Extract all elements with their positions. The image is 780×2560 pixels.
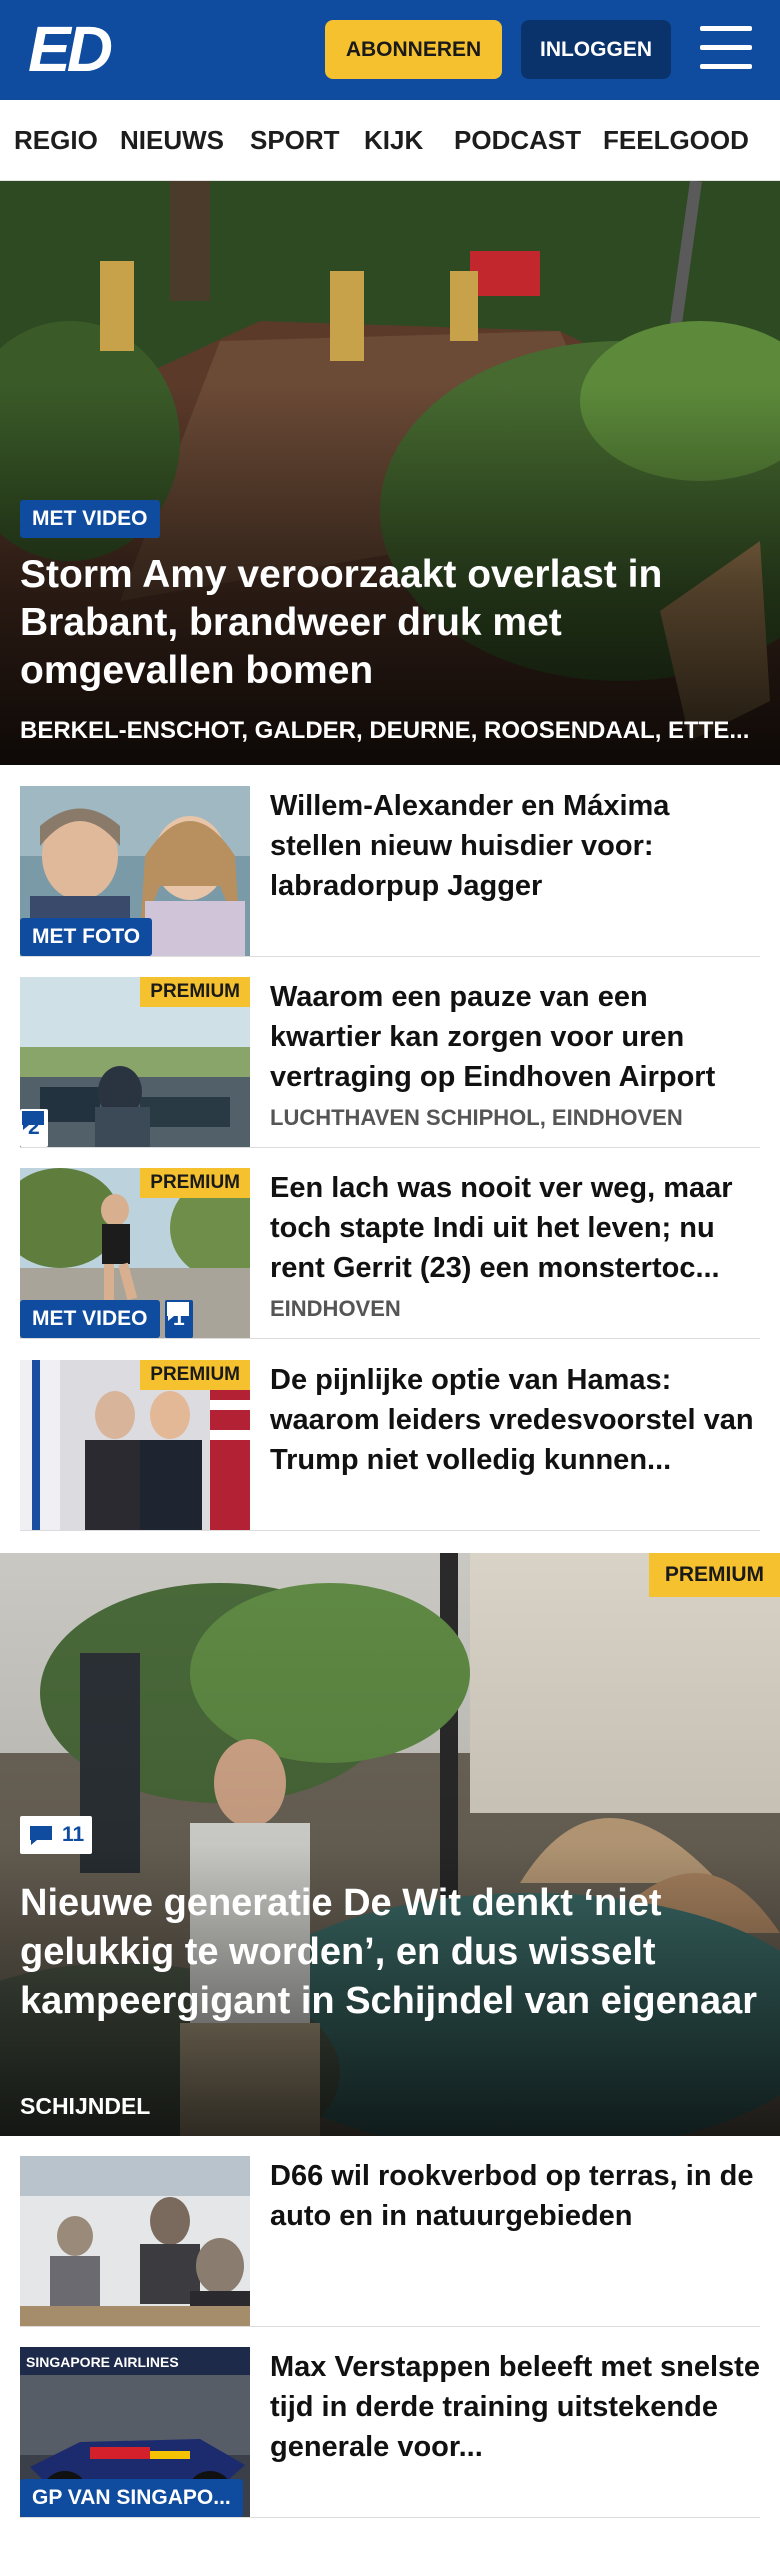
comment-icon <box>30 1826 52 1845</box>
comment-count[interactable]: 2 <box>20 1109 48 1147</box>
premium-badge: PREMIUM <box>140 1168 250 1198</box>
feature-article[interactable]: PREMIUM 11 Nieuwe generatie De Wit denkt… <box>0 1553 780 2136</box>
article-thumbnail: MET FOTO <box>20 786 250 956</box>
list-item[interactable]: SINGAPORE AIRLINES GP VAN SINGAPO... Max… <box>20 2347 760 2518</box>
comment-count[interactable]: 11 <box>20 1816 93 1854</box>
article-location: LUCHTHAVEN SCHIPHOL, EINDHOVEN <box>270 1105 683 1130</box>
article-thumbnail <box>20 2156 250 2326</box>
nav-item-kijk[interactable]: KIJK <box>364 124 423 156</box>
article-headline[interactable]: D66 wil rookverbod op terras, in de auto… <box>270 2156 760 2236</box>
nav-item-podcast[interactable]: PODCAST <box>454 124 581 156</box>
top-bar: ED ABONNEREN INLOGGEN <box>0 0 780 100</box>
article-thumbnail: PREMIUM MET VIDEO 1 <box>20 1168 250 1338</box>
comment-count-value: 11 <box>62 1823 85 1846</box>
hamburger-menu-icon[interactable] <box>700 24 752 72</box>
comment-icon <box>22 1111 44 1130</box>
hero-headline[interactable]: Storm Amy veroorzaakt overlast in Braban… <box>20 551 755 695</box>
subscribe-button[interactable]: ABONNEREN <box>325 20 502 79</box>
list-item[interactable]: PREMIUM De pijnlijke optie van Hamas: wa… <box>20 1360 760 1531</box>
feature-image <box>0 1553 780 2136</box>
premium-badge: PREMIUM <box>140 1360 250 1390</box>
feature-location: SCHIJNDEL <box>20 2093 151 2119</box>
premium-badge: PREMIUM <box>648 1553 780 1597</box>
nav-item-feelgood[interactable]: FEELGOOD <box>603 124 749 156</box>
article-headline[interactable]: De pijnlijke optie van Hamas: waarom lei… <box>270 1360 760 1480</box>
list-item[interactable]: D66 wil rookverbod op terras, in de auto… <box>20 2156 760 2327</box>
video-badge: MET VIDEO <box>20 1300 160 1338</box>
comment-icon <box>167 1302 189 1321</box>
site-logo[interactable]: ED <box>28 17 118 81</box>
nav-item-regio[interactable]: REGIO <box>14 124 98 156</box>
article-location: EINDHOVEN <box>270 1296 401 1321</box>
banner-text: SINGAPORE AIRLINES <box>26 2354 179 2370</box>
login-button[interactable]: INLOGGEN <box>521 20 671 79</box>
article-thumbnail: SINGAPORE AIRLINES GP VAN SINGAPO... <box>20 2347 250 2517</box>
section-nav: REGIO NIEUWS SPORT KIJK PODCAST FEELGOOD <box>0 100 780 181</box>
comment-count[interactable]: 1 <box>165 1300 193 1338</box>
article-headline[interactable]: Een lach was nooit ver weg, maar toch st… <box>270 1168 760 1288</box>
hero-article[interactable]: MET VIDEO Storm Amy veroorzaakt overlast… <box>0 181 780 765</box>
article-thumbnail: PREMIUM <box>20 1360 250 1530</box>
list-item[interactable]: PREMIUM MET VIDEO 1 Een lach was nooit v… <box>20 1168 760 1339</box>
nav-scroll-fade <box>750 100 780 180</box>
category-badge[interactable]: GP VAN SINGAPO... <box>20 2479 243 2517</box>
premium-badge: PREMIUM <box>140 977 250 1007</box>
hero-video-badge: MET VIDEO <box>20 500 160 538</box>
hero-locations: BERKEL-ENSCHOT, GALDER, DEURNE, ROOSENDA… <box>20 717 750 744</box>
feature-headline[interactable]: Nieuwe generatie De Wit denkt ‘niet gelu… <box>20 1879 760 2026</box>
article-thumbnail: PREMIUM 2 <box>20 977 250 1147</box>
article-headline[interactable]: Waarom een pauze van een kwartier kan zo… <box>270 977 760 1097</box>
photo-badge: MET FOTO <box>20 918 153 956</box>
nav-item-sport[interactable]: SPORT <box>250 124 340 156</box>
article-headline[interactable]: Max Verstappen beleeft met snelste tijd … <box>270 2347 760 2467</box>
article-headline[interactable]: Willem-Alexander en Máxima stellen nieuw… <box>270 786 760 906</box>
list-item[interactable]: PREMIUM 2 Waarom een pauze van een kwart… <box>20 977 760 1148</box>
nav-item-nieuws[interactable]: NIEUWS <box>120 124 224 156</box>
list-item[interactable]: MET FOTO Willem-Alexander en Máxima stel… <box>20 786 760 957</box>
